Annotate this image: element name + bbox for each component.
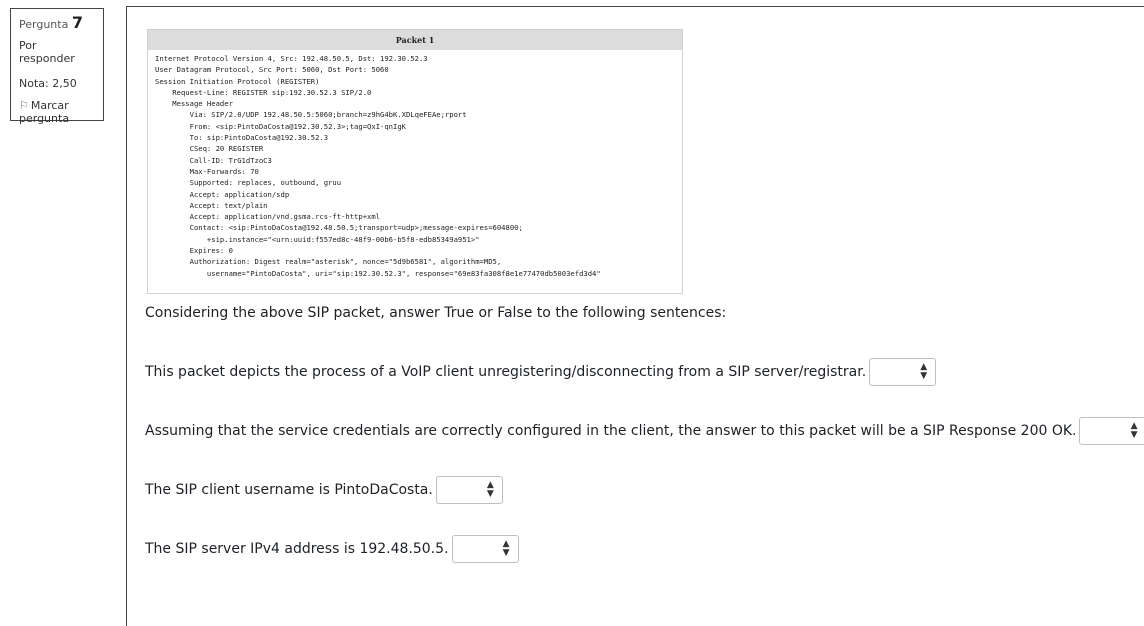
statement-2-text: Assuming that the service credentials ar… bbox=[145, 423, 1077, 439]
question-prompt: Considering the above SIP packet, answer… bbox=[145, 305, 727, 321]
packet-line: Supported: replaces, outbound, gruu bbox=[155, 178, 342, 188]
select-arrows-icon: ▲ ▼ bbox=[920, 362, 928, 381]
packet-line: Expires: 0 bbox=[155, 246, 233, 256]
statement-1-select[interactable]: ▲ ▼ bbox=[869, 358, 937, 386]
statement-2-select[interactable]: ▲ ▼ bbox=[1079, 417, 1144, 445]
packet-line: Accept: text/plain bbox=[155, 200, 268, 210]
select-arrows-icon: ▲ ▼ bbox=[1130, 421, 1138, 440]
packet-details: Internet Protocol Version 4, Src: 192.48… bbox=[148, 50, 682, 282]
packet-line: Authorization: Digest realm="asterisk", … bbox=[155, 257, 502, 267]
statement-1: This packet depicts the process of a VoI… bbox=[145, 358, 937, 386]
select-arrows-icon: ▲ ▼ bbox=[486, 480, 494, 499]
flag-icon: ⚐ bbox=[19, 98, 29, 112]
packet-line: Message Header bbox=[155, 99, 233, 109]
question-grade: Nota: 2,50 bbox=[19, 76, 77, 90]
select-arrows-icon: ▲ ▼ bbox=[502, 539, 510, 558]
statement-3-select[interactable]: ▲ ▼ bbox=[435, 476, 503, 504]
packet-line: Internet Protocol Version 4, Src: 192.48… bbox=[155, 54, 428, 63]
statement-4-text: The SIP server IPv4 address is 192.48.50… bbox=[145, 541, 449, 557]
packet-line: Session Initiation Protocol (REGISTER) bbox=[155, 76, 320, 86]
packet-line: To: sip:PintoDaCosta@192.30.52.3 bbox=[155, 133, 329, 143]
statement-4-select[interactable]: ▲ ▼ bbox=[451, 535, 519, 563]
statement-3: The SIP client username is PintoDaCosta.… bbox=[145, 476, 503, 504]
packet-line: Accept: application/vnd.gsma.rcs-ft-http… bbox=[155, 212, 381, 222]
question-state: Por responder bbox=[19, 39, 75, 66]
statement-4: The SIP server IPv4 address is 192.48.50… bbox=[145, 535, 519, 563]
packet-image: Packet 1 Internet Protocol Version 4, Sr… bbox=[147, 29, 683, 294]
packet-line: User Datagram Protocol, Src Port: 5060, … bbox=[155, 65, 389, 75]
statement-1-text: This packet depicts the process of a VoI… bbox=[145, 364, 867, 380]
packet-line: username="PintoDaCosta", uri="sip:192.30… bbox=[155, 268, 601, 278]
question-number: Pergunta 7 bbox=[19, 13, 83, 32]
statement-2: Assuming that the service credentials ar… bbox=[145, 417, 1144, 445]
statement-3-text: The SIP client username is PintoDaCosta. bbox=[145, 482, 433, 498]
packet-line: From: <sip:PintoDaCosta@192.30.52.3>;tag… bbox=[155, 121, 406, 131]
packet-title: Packet 1 bbox=[148, 30, 682, 50]
question-content: Packet 1 Internet Protocol Version 4, Sr… bbox=[126, 6, 1144, 626]
packet-line: Accept: application/sdp bbox=[155, 189, 290, 199]
packet-line: Max-Forwards: 70 bbox=[155, 166, 259, 176]
flag-question-link[interactable]: ⚐ Marcar pergunta bbox=[19, 99, 95, 125]
packet-line: Contact: <sip:PintoDaCosta@192.48.50.5;t… bbox=[155, 223, 523, 233]
question-info-box: Pergunta 7 Por responder Nota: 2,50 ⚐ Mar… bbox=[10, 8, 104, 125]
packet-line: Request-Line: REGISTER sip:192.30.52.3 S… bbox=[155, 87, 372, 97]
packet-line: +sip.instance="<urn:uuid:f557ed8c-48f9-0… bbox=[155, 234, 480, 244]
packet-line: Via: SIP/2.0/UDP 192.48.50.5:5060;branch… bbox=[155, 110, 467, 120]
packet-line: CSeq: 20 REGISTER bbox=[155, 144, 264, 154]
packet-line: Call-ID: TrG1dTzoC3 bbox=[155, 155, 272, 165]
